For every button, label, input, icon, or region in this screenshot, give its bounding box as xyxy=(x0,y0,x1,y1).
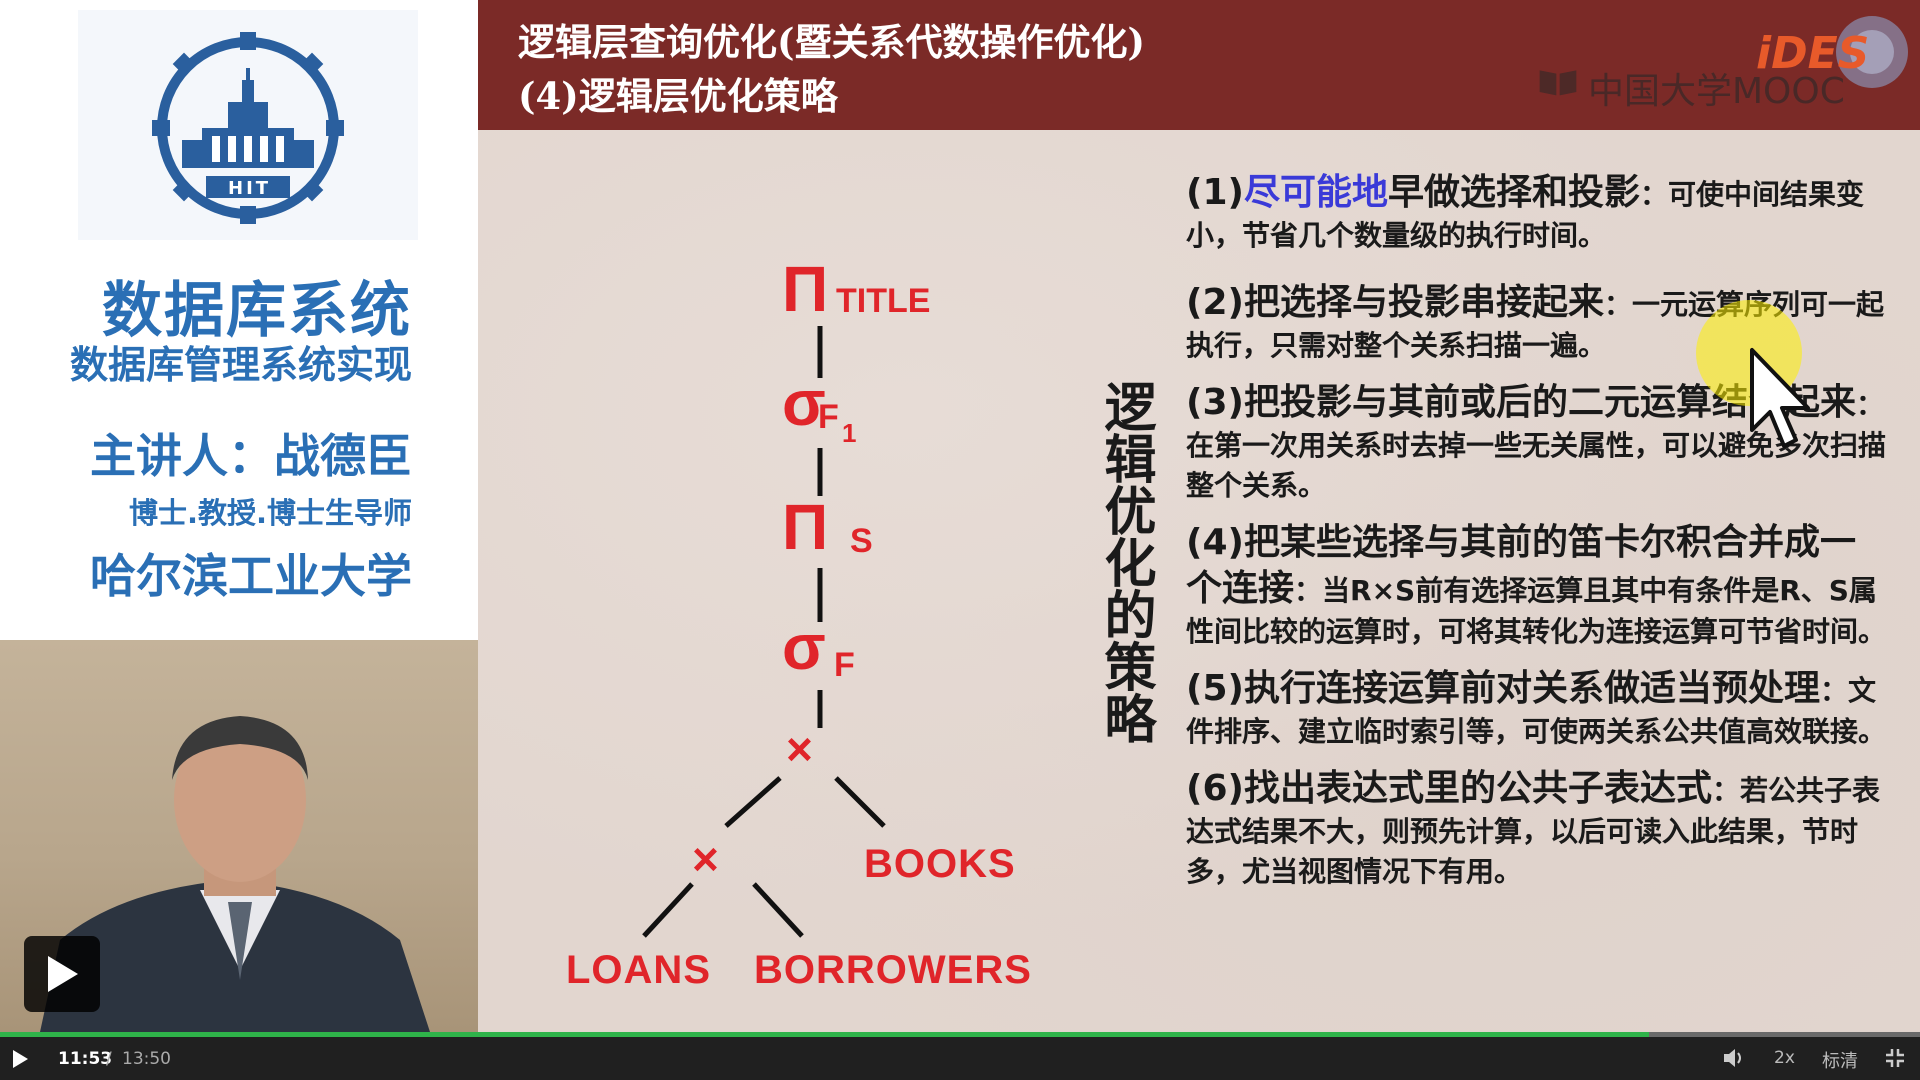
tree-relation-books: BOOKS xyxy=(864,842,1016,886)
quality-button[interactable]: 标清 xyxy=(1822,1047,1858,1073)
lecturer-title: 博士.教授.博士生导师 xyxy=(128,496,412,530)
strategy-number: (5) xyxy=(1186,668,1244,709)
fullscreen-button[interactable] xyxy=(1884,1047,1906,1073)
tree-relation-loans: LOANS xyxy=(566,948,711,992)
cursor-arrow-icon xyxy=(1750,348,1810,448)
strategy-heading: 早做选择和投影 xyxy=(1387,172,1640,213)
strategy-number: (3) xyxy=(1186,382,1244,423)
play-button[interactable] xyxy=(10,1049,30,1073)
strategy-item: (5)执行连接运算前对关系做适当预处理：文件排序、建立临时索引等，可使两关系公共… xyxy=(1186,666,1886,752)
strategy-highlight: 尽可能地 xyxy=(1243,172,1388,213)
tree-relation-borrowers: BORROWERS xyxy=(754,948,1032,992)
course-subtitle: 数据库管理系统实现 xyxy=(69,343,412,387)
play-icon xyxy=(13,1050,28,1068)
big-play-icon xyxy=(48,956,78,992)
tree-projection-s-op: Π xyxy=(782,491,829,563)
strategy-heading: 把选择与投影串接起来 xyxy=(1243,282,1604,323)
slide-vertical-title: 逻辑优化的策略 xyxy=(1095,380,1155,744)
volume-icon xyxy=(1724,1049,1741,1067)
strategy-number: (2) xyxy=(1186,282,1244,323)
university-name: 哈尔滨工业大学 xyxy=(90,549,412,603)
time-separator: / xyxy=(106,1049,112,1069)
strategy-heading: 找出表达式里的公共子表达式 xyxy=(1243,768,1712,809)
tree-cross-product-top: × xyxy=(786,723,813,775)
big-play-button[interactable] xyxy=(24,936,100,1012)
lecturer-name: 主讲人：战德臣 xyxy=(90,429,412,483)
lecture-slide: 逻辑层查询优化(暨关系代数操作优化) (4)逻辑层优化策略 中国大学MOOC i… xyxy=(478,0,1920,1032)
tree-selection-f1-cond: F xyxy=(818,398,839,436)
course-info-panel: 1920 HIT 数据库系统 数据库管理系统实现 主讲人：战德臣 博士.教授.博… xyxy=(0,0,478,640)
hit-logo-text: HIT xyxy=(228,178,272,199)
hit-logo-icon: 1920 HIT xyxy=(78,10,418,240)
strategy-item: (4)把某些选择与其前的笛卡尔积合并成一个连接：当R×S前有选择运算且其中有条件… xyxy=(1186,520,1886,652)
tree-projection-title-attr: TITLE xyxy=(836,282,931,320)
tree-selection-f1-index: 1 xyxy=(842,418,857,448)
tree-selection-f-cond: F xyxy=(834,646,855,684)
tree-projection-s-attr: S xyxy=(850,522,873,560)
tree-selection-f-op: σ xyxy=(782,611,826,683)
volume-button[interactable] xyxy=(1722,1047,1746,1073)
fullscreen-icon xyxy=(1886,1049,1904,1067)
strategy-list: (1)尽可能地早做选择和投影：可使中间结果变小，节省几个数量级的执行时间。 (2… xyxy=(1186,170,1886,906)
current-time: 11:53 xyxy=(58,1049,113,1069)
strategy-number: (4) xyxy=(1186,522,1244,563)
total-time: 13:50 xyxy=(122,1049,171,1069)
strategy-number: (1) xyxy=(1186,172,1244,213)
speed-button[interactable]: 2x xyxy=(1774,1048,1795,1068)
video-player[interactable]: 1920 HIT 数据库系统 数据库管理系统实现 主讲人：战德臣 博士.教授.博… xyxy=(0,0,1920,1080)
strategy-number: (6) xyxy=(1186,768,1244,809)
strategy-item: (6)找出表达式里的公共子表达式：若公共子表达式结果不大，则预先计算，以后可读入… xyxy=(1186,766,1886,892)
tree-projection-title-op: Π xyxy=(782,253,829,325)
strategy-heading: 执行连接运算前对关系做适当预处理 xyxy=(1243,668,1820,709)
tree-cross-product-bottom: × xyxy=(692,833,719,885)
control-bar: 11:53 / 13:50 2x 标清 xyxy=(0,1037,1920,1080)
strategy-item: (1)尽可能地早做选择和投影：可使中间结果变小，节省几个数量级的执行时间。 xyxy=(1186,170,1886,256)
